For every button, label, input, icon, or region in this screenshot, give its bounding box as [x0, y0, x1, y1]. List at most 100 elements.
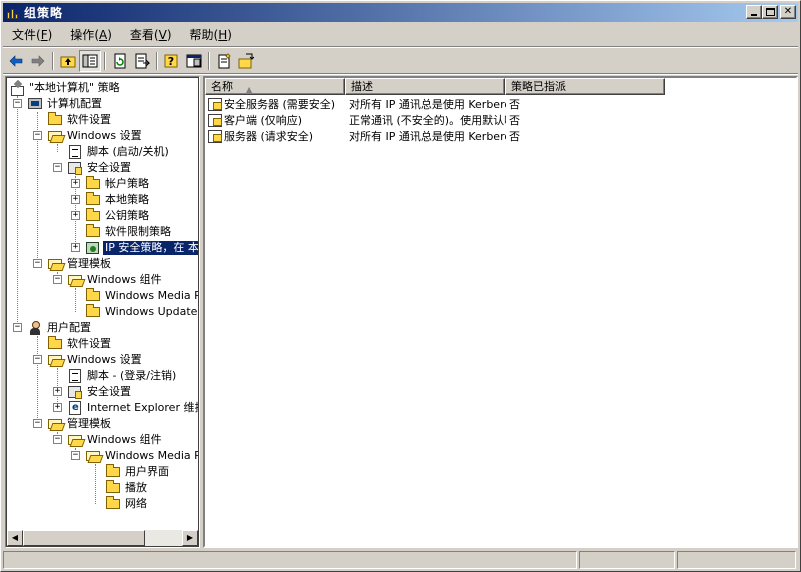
folder-icon	[85, 304, 101, 320]
minimize-icon	[751, 14, 757, 16]
tree-horizontal-scrollbar[interactable]: ◀ ▶	[7, 530, 198, 546]
table-row[interactable]: 客户端 (仅响应) 正常通讯 (不安全的)。使用默认响应规则 否	[207, 112, 546, 128]
tree-item-cc-local[interactable]: 本地策略	[85, 192, 151, 208]
collapse-toggle[interactable]: −	[33, 131, 42, 140]
tree-item-root[interactable]: "本地计算机" 策略	[9, 80, 122, 96]
tree-item-cc-admin[interactable]: 管理模板	[47, 256, 113, 272]
details-pane[interactable]: 名称 ▲ 描述 策略已指派 安全服务器 (需要安全) 对所有 IP 通讯总是使用…	[203, 76, 798, 548]
title-bar[interactable]: 组策略 ✕	[3, 3, 798, 22]
menu-help[interactable]: 帮助(H)	[181, 25, 241, 45]
collapse-toggle[interactable]: −	[53, 275, 62, 284]
tree-item-uc-wmp[interactable]: Windows Media Player	[85, 448, 198, 464]
column-header-assigned[interactable]: 策略已指派	[505, 78, 665, 95]
menu-file[interactable]: 文件(F)	[3, 25, 61, 45]
tree-item-cc-security[interactable]: 安全设置	[67, 160, 133, 176]
collapse-toggle[interactable]: −	[13, 323, 22, 332]
toolbar-separator	[156, 52, 158, 70]
folder-open-icon	[47, 352, 63, 368]
expand-toggle[interactable]: +	[71, 211, 80, 220]
close-icon: ✕	[783, 6, 793, 17]
export-list-button[interactable]	[131, 50, 153, 72]
minimize-button[interactable]	[746, 5, 762, 19]
close-button[interactable]: ✕	[780, 5, 796, 19]
assign-policy-button[interactable]	[235, 50, 257, 72]
tree-item-cc-windows[interactable]: Windows 设置	[47, 128, 144, 144]
tree-item-cc-wmp[interactable]: Windows Media Player	[85, 288, 198, 304]
collapse-toggle[interactable]: −	[71, 451, 80, 460]
folder-icon	[85, 224, 101, 240]
tree-item-cc-wu[interactable]: Windows Update	[85, 304, 198, 320]
table-row[interactable]: 安全服务器 (需要安全) 对所有 IP 通讯总是使用 Kerberos 信任请求…	[207, 96, 546, 112]
tree-item-cc-account[interactable]: 帐户策略	[85, 176, 151, 192]
forward-button[interactable]	[27, 50, 49, 72]
folder-open-icon	[47, 416, 63, 432]
tree-item-computer-config[interactable]: 计算机配置	[27, 96, 104, 112]
folder-icon	[47, 112, 63, 128]
column-header-description[interactable]: 描述	[345, 78, 505, 95]
tree-item-user-config[interactable]: 用户配置	[27, 320, 93, 336]
menu-view[interactable]: 查看(V)	[121, 25, 181, 45]
collapse-toggle[interactable]: −	[33, 355, 42, 364]
ip-security-icon	[85, 240, 101, 256]
internet-explorer-icon	[67, 400, 83, 416]
tree-item-uc-ui[interactable]: 用户界面	[105, 464, 171, 480]
policy-tree: "本地计算机" 策略 − 计算机配置 软件设置 − Windows 设置 脚本 …	[7, 78, 198, 532]
tree-item-uc-software[interactable]: 软件设置	[47, 336, 113, 352]
folder-open-icon	[85, 448, 101, 464]
tree-item-cc-pubkey[interactable]: 公钥策略	[85, 208, 151, 224]
menu-action[interactable]: 操作(A)	[61, 25, 121, 45]
tree-pane[interactable]: "本地计算机" 策略 − 计算机配置 软件设置 − Windows 设置 脚本 …	[5, 76, 200, 548]
tree-item-cc-wincomp[interactable]: Windows 组件	[67, 272, 164, 288]
status-panel-main	[3, 551, 577, 569]
tree-item-cc-srp[interactable]: 软件限制策略	[85, 224, 173, 240]
up-level-button[interactable]	[57, 50, 79, 72]
collapse-toggle[interactable]: −	[33, 259, 42, 268]
status-panel-2	[579, 551, 675, 569]
tree-item-uc-scripts[interactable]: 脚本 - (登录/注销)	[67, 368, 178, 384]
collapse-toggle[interactable]: −	[13, 99, 22, 108]
computer-icon	[27, 96, 43, 112]
expand-toggle[interactable]: +	[71, 195, 80, 204]
expand-toggle[interactable]: +	[71, 243, 80, 252]
back-button[interactable]	[5, 50, 27, 72]
toolbar-bottom-separator	[3, 73, 798, 75]
tree-item-uc-admin[interactable]: 管理模板	[47, 416, 113, 432]
cell-description: 对所有 IP 通讯总是使用 Kerberos 信任请求安全	[349, 98, 506, 111]
new-policy-button[interactable]	[213, 50, 235, 72]
folder-open-icon	[47, 128, 63, 144]
column-header-name[interactable]: 名称 ▲	[205, 78, 345, 95]
collapse-toggle[interactable]: −	[33, 419, 42, 428]
cell-name: 安全服务器 (需要安全)	[224, 98, 336, 111]
collapse-toggle[interactable]: −	[53, 163, 62, 172]
maximize-button[interactable]	[762, 5, 778, 19]
scrollbar-thumb[interactable]	[23, 530, 145, 546]
expand-toggle[interactable]: +	[53, 387, 62, 396]
collapse-toggle[interactable]: −	[53, 435, 62, 444]
folder-open-icon	[47, 256, 63, 272]
refresh-button[interactable]	[109, 50, 131, 72]
ip-policy-icon	[207, 128, 223, 144]
properties-pane-button[interactable]	[183, 50, 205, 72]
scroll-right-button[interactable]: ▶	[182, 530, 198, 546]
tree-item-cc-software[interactable]: 软件设置	[47, 112, 113, 128]
tree-item-uc-wincomp[interactable]: Windows 组件	[67, 432, 164, 448]
tree-item-uc-ie[interactable]: Internet Explorer 维护	[67, 400, 198, 416]
tree-item-cc-scripts[interactable]: 脚本 (启动/关机)	[67, 144, 171, 160]
tree-item-uc-play[interactable]: 播放	[105, 480, 149, 496]
cell-assigned: 否	[509, 114, 520, 127]
sort-ascending-icon: ▲	[246, 85, 253, 94]
tree-item-uc-security[interactable]: 安全设置	[67, 384, 133, 400]
tree-item-cc-ipsec[interactable]: IP 安全策略，在 本地计算机	[85, 240, 198, 256]
folder-icon	[105, 464, 121, 480]
up-folder-icon	[60, 56, 76, 68]
tree-item-uc-net[interactable]: 网络	[105, 496, 149, 512]
scroll-left-button[interactable]: ◀	[7, 530, 23, 546]
show-hide-tree-button[interactable]	[79, 50, 101, 72]
expand-toggle[interactable]: +	[71, 179, 80, 188]
triangle-left-icon: ◀	[11, 533, 19, 542]
tree-item-uc-windows[interactable]: Windows 设置	[47, 352, 144, 368]
help-button[interactable]: ?	[161, 50, 183, 72]
table-row[interactable]: 服务器 (请求安全) 对所有 IP 通讯总是使用 Kerberos 信任请求安全…	[207, 128, 546, 144]
expand-toggle[interactable]: +	[53, 403, 62, 412]
show-tree-icon	[82, 54, 98, 68]
